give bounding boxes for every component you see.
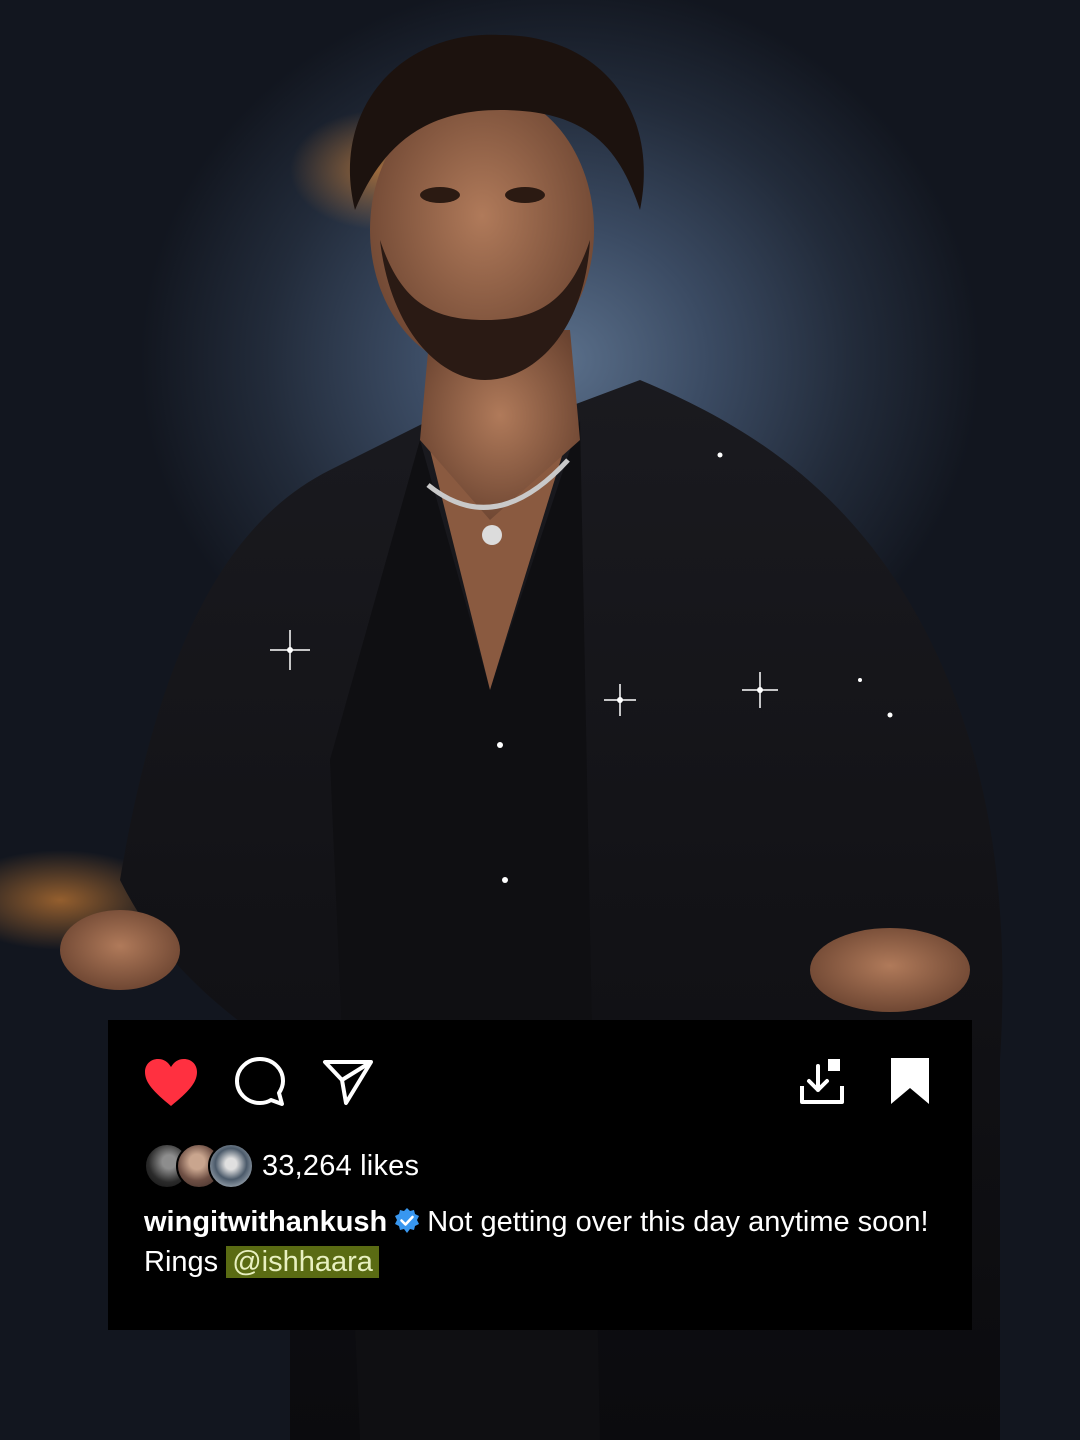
- verified-badge-icon: [395, 1208, 420, 1233]
- liker-avatars: [144, 1143, 258, 1189]
- send-icon[interactable]: [322, 1058, 374, 1106]
- caption-rings-label: Rings: [144, 1246, 219, 1278]
- download-icon[interactable]: [798, 1056, 846, 1106]
- caption-text: Not getting over this day anytime soon!: [427, 1206, 929, 1238]
- post-info-card: 33,264 likes wingitwithankush Not gettin…: [108, 1020, 972, 1330]
- likes-row[interactable]: 33,264 likes: [144, 1142, 419, 1190]
- post-photo: 33,264 likes wingitwithankush Not gettin…: [0, 0, 1080, 1440]
- post-caption: wingitwithankush Not getting over this d…: [144, 1202, 944, 1282]
- heart-icon[interactable]: [144, 1058, 198, 1108]
- bookmark-icon[interactable]: [888, 1056, 932, 1106]
- avatar: [208, 1143, 254, 1189]
- mention-link[interactable]: @ishhaara: [226, 1246, 379, 1278]
- username-link[interactable]: wingitwithankush: [144, 1206, 387, 1238]
- comment-icon[interactable]: [234, 1056, 286, 1108]
- likes-count[interactable]: 33,264 likes: [262, 1150, 419, 1183]
